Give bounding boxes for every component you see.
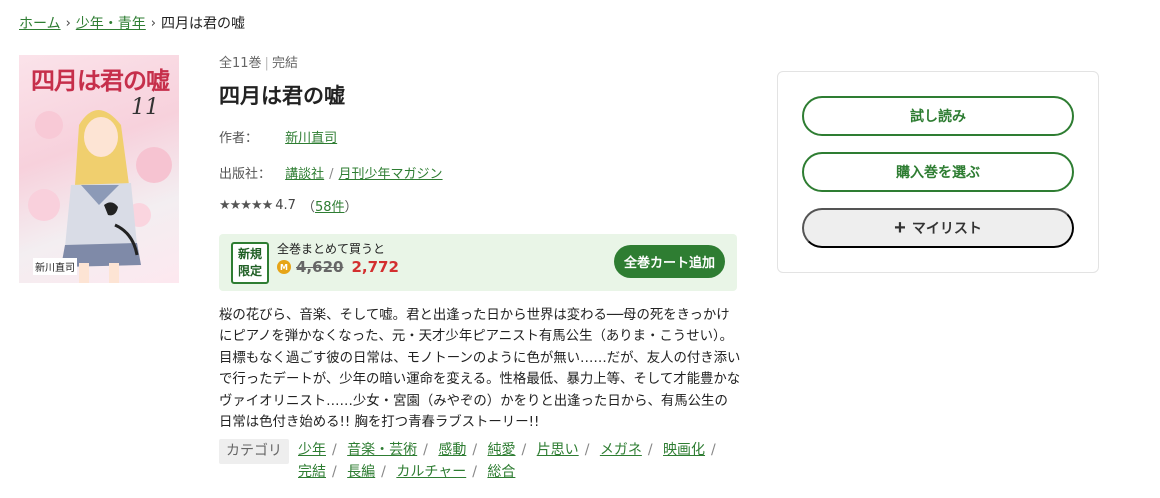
divider: | <box>264 56 269 71</box>
completion-status: 完結 <box>271 56 298 71</box>
chevron-right-icon: › <box>65 15 71 31</box>
add-to-mylist-button[interactable]: + マイリスト <box>802 208 1074 248</box>
book-description: 桜の花びら、音楽、そして嘘。君と出逢った日から世界は変わる──母の死をきっかけに… <box>219 308 741 431</box>
breadcrumb-category-link[interactable]: 少年・青年 <box>76 13 146 33</box>
volume-count: 全11巻 <box>219 56 262 71</box>
author-label: 作者： <box>219 131 259 146</box>
bundle-promo: 新規 限定 全巻まとめて買うと M 4,620 2,772 全巻カート追加 <box>219 234 737 291</box>
category-list: 少年 / 音楽・芸術 / 感動 / 純愛 / 片思い / メガネ / 映画化 / 完結 / 長編… <box>298 442 716 480</box>
breadcrumb: ホーム › 少年・青年 › 四月は君の嘘 <box>19 13 245 33</box>
publisher-label: 出版社： <box>219 167 272 182</box>
new-limited-badge: 新規 限定 <box>231 242 269 284</box>
rating: ★★★★★ 4.7 （58件） <box>219 196 739 215</box>
review-count-link[interactable]: 58件 <box>315 200 345 215</box>
category-link[interactable]: 長編 <box>347 464 375 480</box>
book-info: 全11巻 | 完結 四月は君の嘘 作者： 新川直司 出版社： 講談社 / 月刊少年マガジ… <box>219 52 739 215</box>
trial-read-button[interactable]: 試し読み <box>802 96 1074 136</box>
book-cover[interactable]: 四月は君の嘘 11 新川直司 <box>19 55 179 283</box>
star-rating-icon: ★★★★★ <box>219 198 273 213</box>
page-title: 四月は君の嘘 <box>219 84 345 108</box>
promo-text: 全巻まとめて買うと <box>277 242 386 256</box>
select-volumes-button[interactable]: 購入巻を選ぶ <box>802 152 1074 192</box>
category-link[interactable]: カルチャー <box>396 464 466 480</box>
category-link[interactable]: 音楽・芸術 <box>347 442 417 458</box>
sale-price: 2,772 <box>351 258 399 276</box>
category-link[interactable]: 純愛 <box>488 442 516 458</box>
category-link[interactable]: 片思い <box>537 442 579 458</box>
author-link[interactable]: 新川直司 <box>285 131 337 146</box>
mylist-label: マイリスト <box>911 220 982 236</box>
cover-author: 新川直司 <box>33 258 77 275</box>
publisher-link[interactable]: 講談社 <box>285 167 324 182</box>
breadcrumb-current: 四月は君の嘘 <box>161 16 245 32</box>
purchase-panel: 試し読み 購入巻を選ぶ + マイリスト <box>777 71 1099 273</box>
category-link[interactable]: 映画化 <box>663 442 705 458</box>
cover-title: 四月は君の嘘 <box>31 66 170 95</box>
review-count: （58件） <box>301 200 358 215</box>
rating-value: 4.7 <box>275 198 296 213</box>
category-link[interactable]: 少年 <box>298 442 326 458</box>
category-label: カテゴリ <box>219 439 289 464</box>
original-price: 4,620 <box>296 258 344 276</box>
plus-icon: + <box>894 217 906 239</box>
promo-prices: M 4,620 2,772 <box>277 258 399 276</box>
cover-volume: 11 <box>131 95 159 120</box>
category-link[interactable]: 総合 <box>487 464 515 480</box>
book-meta: 全11巻 | 完結 <box>219 52 739 71</box>
author-row: 作者： 新川直司 <box>219 127 739 146</box>
divider: / <box>329 167 334 182</box>
chevron-right-icon: › <box>150 15 156 31</box>
breadcrumb-home-link[interactable]: ホーム <box>19 13 61 33</box>
category-link[interactable]: メガネ <box>600 442 642 458</box>
publisher-row: 出版社： 講談社 / 月刊少年マガジン <box>219 163 739 182</box>
coin-icon: M <box>277 260 291 274</box>
magazine-link[interactable]: 月刊少年マガジン <box>339 167 443 182</box>
category-link[interactable]: 完結 <box>298 464 326 480</box>
category-link[interactable]: 感動 <box>438 442 466 458</box>
add-all-to-cart-button[interactable]: 全巻カート追加 <box>614 245 725 278</box>
